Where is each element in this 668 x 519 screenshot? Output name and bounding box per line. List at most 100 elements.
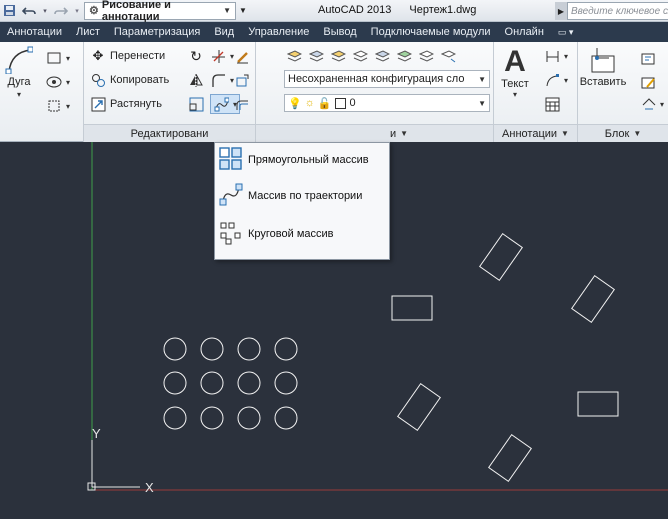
panel-block-title-label: Блок	[604, 127, 630, 140]
chevron-down-icon: ▼	[478, 74, 486, 84]
circle[interactable]	[237, 371, 261, 395]
qat-customize-icon[interactable]: ▼	[236, 2, 250, 20]
offset-button[interactable]	[234, 94, 250, 114]
trim-button[interactable]: ▾	[210, 46, 234, 66]
circle[interactable]	[200, 371, 224, 395]
layer-select[interactable]: 💡 ☼ 🔓 0 ▼	[284, 94, 490, 112]
text-button[interactable]: A Текст ▾	[498, 46, 532, 108]
tab-plugins[interactable]: Подключаемые модули	[364, 22, 498, 42]
dimension-icon	[544, 48, 560, 64]
circle[interactable]	[237, 406, 261, 430]
tab-online[interactable]: Онлайн	[498, 22, 551, 42]
hatch-button[interactable]: ▾	[46, 72, 70, 92]
unlock-icon: 🔓	[317, 97, 332, 110]
circle[interactable]	[163, 406, 187, 430]
menu-item-label: Массив по траектории	[248, 190, 363, 202]
panel-modify: ✥ Перенести Копировать Растянуть ↻ ▾ ▾ ▾…	[84, 42, 256, 142]
layer-state-select[interactable]: Несохраненная конфигурация сло ▼	[284, 70, 490, 88]
rectangle[interactable]	[391, 295, 433, 321]
leader-button[interactable]: ▾	[544, 70, 568, 90]
chevron-down-icon: ▾	[564, 75, 569, 85]
circle[interactable]	[274, 337, 298, 361]
erase-button[interactable]	[234, 46, 250, 66]
layer-isolate-icon[interactable]	[330, 48, 346, 64]
undo-dropdown-icon[interactable]: ▾	[42, 4, 48, 18]
circle[interactable]	[163, 371, 187, 395]
fillet-icon	[210, 72, 226, 88]
circle[interactable]	[274, 406, 298, 430]
attribute-icon	[640, 96, 656, 112]
circle[interactable]	[274, 371, 298, 395]
rotate-button[interactable]: ↻	[188, 46, 204, 66]
gear-icon: ⚙	[89, 5, 99, 17]
rotate-icon: ↻	[190, 47, 202, 64]
redo-dropdown-icon[interactable]: ▾	[74, 4, 80, 18]
title-bar: ▾ ▾ ⚙ Рисование и аннотации ▼ ▼ AutoCAD …	[0, 0, 668, 23]
tab-overflow[interactable]: ▭ ▾	[551, 22, 581, 42]
search-expand-icon[interactable]: ▶	[555, 2, 567, 20]
panel-modify-title[interactable]: Редактировани	[84, 124, 255, 142]
rectangle[interactable]	[488, 434, 532, 482]
save-icon[interactable]	[2, 4, 16, 18]
layer-state-icon[interactable]	[308, 48, 324, 64]
layer-freeze-icon[interactable]	[374, 48, 390, 64]
layer-previous-icon[interactable]	[440, 48, 456, 64]
explode-button[interactable]	[234, 70, 250, 90]
panel-layers-title[interactable]: и ▼	[256, 124, 493, 142]
panel-annotation-title[interactable]: Аннотации ▼	[494, 124, 577, 142]
tab-layout[interactable]: Лист	[69, 22, 107, 42]
tab-manage[interactable]: Управление	[241, 22, 316, 42]
chevron-down-icon: ▾	[564, 51, 569, 61]
layer-unisolate-icon[interactable]	[352, 48, 368, 64]
block-attribute-button[interactable]: ▾	[640, 94, 664, 114]
rectangle[interactable]	[479, 233, 523, 281]
leader-icon	[544, 72, 560, 88]
panel-block-title[interactable]: Блок ▼	[578, 124, 668, 142]
move-button[interactable]: ✥ Перенести	[90, 46, 166, 66]
document-name: Чертеж1.dwg	[409, 4, 477, 16]
menu-item-label: Круговой массив	[248, 228, 334, 240]
path-array-icon	[219, 183, 243, 210]
circle[interactable]	[163, 337, 187, 361]
rectangle-button[interactable]: ▾	[46, 48, 70, 68]
tab-annotations[interactable]: Аннотации	[0, 22, 69, 42]
boundary-button[interactable]: ▾	[46, 96, 70, 116]
table-button[interactable]	[544, 94, 560, 114]
menu-item-path-array[interactable]: Массив по траектории	[219, 183, 362, 209]
move-label: Перенести	[110, 50, 166, 62]
rectangle[interactable]	[571, 275, 615, 323]
layer-properties-icon[interactable]	[286, 48, 302, 64]
circle[interactable]	[200, 337, 224, 361]
tab-output[interactable]: Вывод	[316, 22, 363, 42]
tab-view[interactable]: Вид	[207, 22, 241, 42]
insert-block-button[interactable]: Вставить	[579, 46, 627, 96]
edit-block-button[interactable]	[640, 72, 656, 92]
stretch-button[interactable]: Растянуть	[90, 94, 162, 114]
polar-array-icon	[219, 221, 243, 248]
dimension-button[interactable]: ▾	[544, 46, 568, 66]
redo-icon[interactable]	[54, 4, 68, 18]
search-input[interactable]: Введите ключевое сл	[567, 2, 668, 20]
panel-block: Вставить ▾ Блок ▼	[578, 42, 668, 142]
menu-item-rect-array[interactable]: Прямоугольный массив	[219, 146, 369, 174]
layer-match-icon[interactable]	[418, 48, 434, 64]
circle[interactable]	[237, 337, 261, 361]
tab-parametric[interactable]: Параметризация	[107, 22, 207, 42]
menu-item-polar-array[interactable]: Круговой массив	[219, 221, 334, 247]
insert-label: Вставить	[579, 76, 627, 88]
create-block-button[interactable]	[640, 48, 656, 68]
arc-button[interactable]: Дуга ▾	[2, 46, 36, 102]
chevron-down-icon: ▾	[16, 90, 21, 99]
rectangle[interactable]	[397, 383, 441, 431]
copy-button[interactable]: Копировать	[90, 70, 169, 90]
undo-icon[interactable]	[22, 4, 36, 18]
workspace-select[interactable]: ⚙ Рисование и аннотации ▼	[84, 0, 236, 23]
fillet-button[interactable]: ▾	[210, 70, 234, 90]
table-icon	[544, 96, 560, 112]
rectangle[interactable]	[577, 391, 619, 417]
mirror-button[interactable]	[188, 70, 204, 90]
scale-button[interactable]	[188, 94, 204, 114]
rect-array-icon	[219, 146, 243, 174]
layer-off-icon[interactable]	[396, 48, 412, 64]
circle[interactable]	[200, 406, 224, 430]
